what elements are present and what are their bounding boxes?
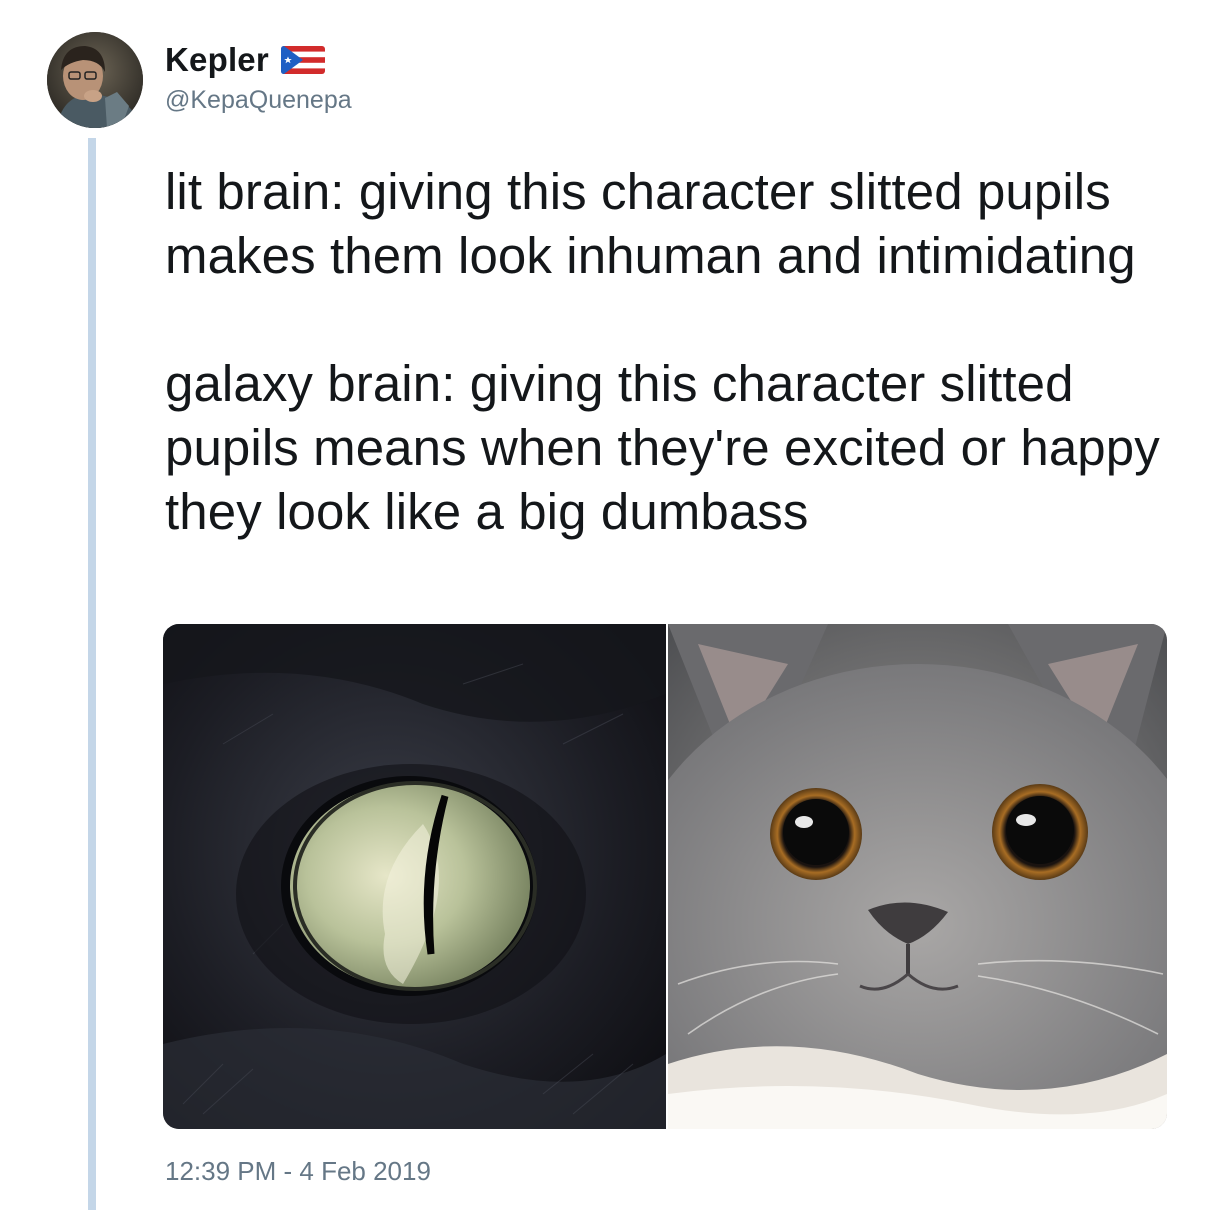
media-photo-left[interactable] — [163, 624, 666, 1129]
media-photo-right[interactable] — [668, 624, 1167, 1129]
tweet-text: lit brain: giving this character slitted… — [165, 160, 1175, 544]
tweet-paragraph: galaxy brain: giving this character slit… — [165, 355, 1160, 540]
media-grid — [163, 624, 1167, 1129]
author-handle[interactable]: @KepaQuenepa — [165, 86, 352, 115]
author-name-row: Kepler — [165, 38, 325, 82]
thread-connector-line — [88, 138, 96, 1210]
user-avatar-icon — [47, 32, 143, 128]
puerto-rico-flag-icon — [280, 46, 325, 74]
avatar[interactable] — [47, 32, 143, 128]
gray-kitten-wide-eyes-photo-icon — [668, 624, 1167, 1129]
tweet-paragraph: lit brain: giving this character slitted… — [165, 163, 1136, 284]
author-display-name[interactable]: Kepler — [165, 41, 269, 79]
black-cat-slit-eye-photo-icon — [163, 624, 666, 1129]
tweet-timestamp[interactable]: 12:39 PM - 4 Feb 2019 — [165, 1156, 431, 1187]
